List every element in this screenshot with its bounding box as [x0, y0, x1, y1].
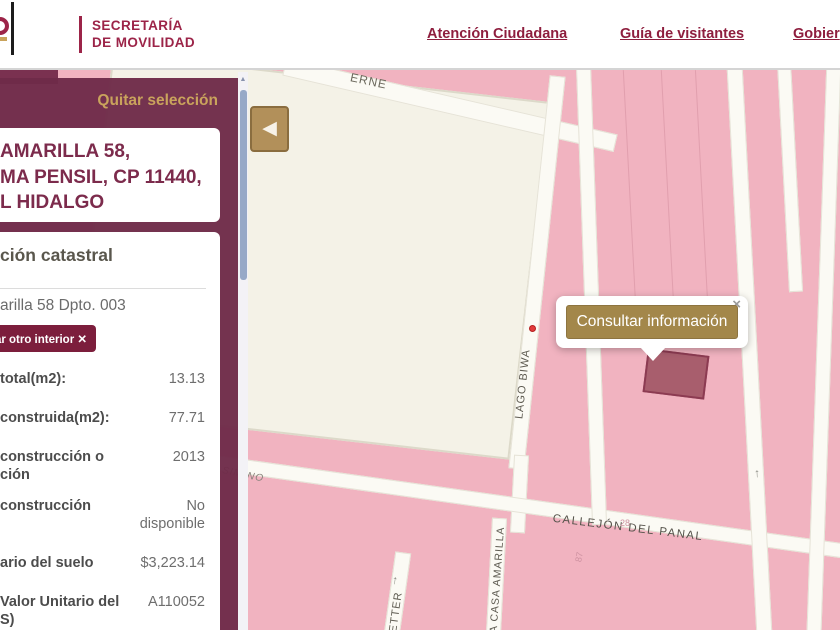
one-way-arrow-icon: ↑: [753, 465, 761, 481]
brand-divider: [79, 16, 82, 53]
field-label: construida(m2):: [0, 410, 110, 426]
brand-title: SECRETARÍA DE MOVILIDAD: [92, 17, 195, 51]
map-tooltip: × Consultar información: [556, 296, 748, 361]
field-label: ción: [0, 466, 30, 483]
select-other-interior-button[interactable]: ar otro interior ✕: [0, 325, 96, 352]
consultar-informacion-button[interactable]: Consultar información: [566, 305, 738, 339]
address-card: AMARILLA 58, MA PENSIL, CP 11440, L HIDA…: [0, 128, 220, 222]
property-info-panel: Quitar selección AMARILLA 58, MA PENSIL,…: [0, 78, 238, 630]
address-line: MA PENSIL, CP 11440,: [0, 166, 202, 188]
clear-selection-button[interactable]: Quitar selección: [97, 92, 218, 110]
field-value: No: [186, 498, 205, 514]
lot-number: 87: [573, 551, 585, 563]
field-value: 13.13: [168, 371, 205, 387]
field-label: ario del suelo: [0, 555, 94, 571]
top-header: SECRETARÍA DE MOVILIDAD Atención Ciudada…: [0, 0, 840, 70]
nav-link-atencion-ciudadana[interactable]: Atención Ciudadana: [427, 26, 567, 42]
logo-fragment: [11, 2, 14, 55]
panel-scrollbar: ▲: [238, 72, 248, 630]
nav-link-guia-de-visitantes[interactable]: Guía de visitantes: [620, 26, 744, 42]
address-line: L HIDALGO: [0, 192, 105, 213]
field-label: construcción o: [0, 449, 104, 465]
street-vertical-3: [776, 70, 804, 293]
street-vertical-2: [726, 70, 774, 630]
field-label: S): [0, 611, 15, 628]
scrollbar-thumb[interactable]: [239, 90, 247, 280]
app-window: ERNE LAGO BIWA CALLEJÓN DEL PANAL DA CAS…: [0, 0, 840, 630]
brand-line: SECRETARÍA: [92, 18, 183, 33]
field-label: construcción: [0, 498, 92, 514]
street-label-no: NO: [246, 470, 265, 485]
scroll-up-arrow-icon[interactable]: ▲: [238, 76, 248, 83]
logo-fragment: [0, 37, 7, 41]
lot-number: 28: [620, 518, 631, 528]
field-value: 2013: [172, 449, 205, 465]
brand-line: DE MOVILIDAD: [92, 35, 196, 50]
field-value: $3,223.14: [140, 555, 205, 571]
address-line: AMARILLA 58,: [0, 141, 131, 162]
divider: [0, 288, 206, 289]
field-label: total(m2):: [0, 371, 67, 387]
field-value: disponible: [139, 515, 205, 532]
interior-label: arilla 58 Dpto. 003: [0, 297, 126, 314]
section-title: ción catastral: [0, 245, 113, 265]
field-label: Valor Unitario del: [0, 594, 120, 610]
field-value: 77.71: [168, 410, 205, 426]
street-biwa-lower: [509, 454, 530, 534]
map-point-marker: [529, 325, 536, 332]
nav-link-gobierno[interactable]: Gobier: [793, 26, 840, 42]
logo-fragment: [0, 17, 9, 35]
tooltip-tail: [640, 347, 666, 361]
collapse-panel-button[interactable]: ◀: [250, 106, 289, 152]
field-value: A110052: [148, 594, 205, 610]
cadastral-info-card: ción catastral arilla 58 Dpto. 003 ar ot…: [0, 232, 220, 630]
